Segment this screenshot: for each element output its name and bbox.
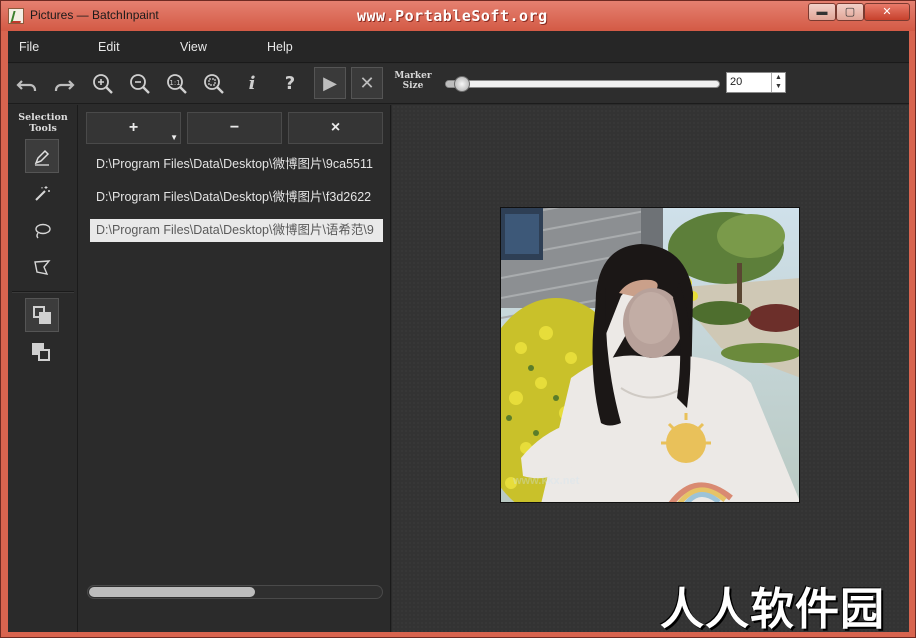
- zoom-in-icon[interactable]: [89, 70, 117, 98]
- client-area: File Edit View Help 1:1 i ? ▶ ✕ Marker S…: [8, 31, 909, 632]
- redo-icon[interactable]: [50, 70, 78, 98]
- zoom-fit-icon[interactable]: [200, 70, 228, 98]
- window-title: Pictures — BatchInpaint: [30, 8, 159, 22]
- title-bar[interactable]: Pictures — BatchInpaint www.PortableSoft…: [1, 1, 915, 31]
- toolbar: 1:1 i ? ▶ ✕ Marker Size 20 ▲ ▼: [8, 64, 909, 104]
- marker-size-slider[interactable]: [445, 76, 720, 92]
- close-button[interactable]: ✕: [864, 3, 910, 21]
- zoom-out-icon[interactable]: [126, 70, 154, 98]
- marker-size-value: 20: [730, 76, 743, 88]
- run-button[interactable]: ▶: [314, 67, 346, 99]
- horizontal-scrollbar[interactable]: [87, 585, 383, 599]
- cancel-icon: ✕: [359, 73, 375, 93]
- marker-size-label: Marker Size: [394, 71, 432, 91]
- add-label: +: [128, 119, 139, 136]
- zoom-actual-size-icon[interactable]: 1:1: [163, 70, 191, 98]
- site-watermark: 人人软件园: [660, 584, 885, 635]
- banner-text: www.PortableSoft.org: [357, 7, 548, 25]
- file-list-item[interactable]: D:\Program Files\Data\Desktop\微博图片\f3d26…: [90, 186, 383, 209]
- menu-file[interactable]: File: [19, 40, 39, 54]
- menu-edit[interactable]: Edit: [98, 40, 120, 54]
- add-files-button[interactable]: + ▼: [86, 112, 181, 144]
- cancel-button[interactable]: ✕: [351, 67, 383, 99]
- photo-watermark: www.kkx.net: [513, 475, 580, 487]
- menu-bar: File Edit View Help: [8, 31, 909, 63]
- menu-view[interactable]: View: [180, 40, 207, 54]
- slider-handle[interactable]: [454, 76, 471, 92]
- selection-tools-panel: Selection Tools: [8, 105, 78, 632]
- file-list-item[interactable]: D:\Program Files\Data\Desktop\微博图片\9ca55…: [90, 153, 383, 176]
- layer-back-icon[interactable]: [25, 336, 59, 370]
- selection-tools-label: Selection Tools: [18, 112, 68, 134]
- image-canvas[interactable]: www.kkx.net: [392, 105, 909, 632]
- menu-help[interactable]: Help: [267, 40, 293, 54]
- magic-wand-icon[interactable]: [25, 177, 59, 211]
- marker-pen-icon[interactable]: [25, 139, 59, 173]
- remove-file-button[interactable]: −: [187, 112, 282, 144]
- file-list-item-selected[interactable]: D:\Program Files\Data\Desktop\微博图片\语希范\9: [90, 219, 383, 242]
- file-list-panel: + ▼ − × D:\Program Files\Data\Desktop\微博…: [79, 105, 391, 632]
- help-icon[interactable]: ?: [276, 70, 304, 98]
- scrollbar-thumb[interactable]: [89, 587, 255, 597]
- spin-arrows[interactable]: ▲ ▼: [771, 73, 785, 92]
- svg-text:1:1: 1:1: [169, 79, 180, 87]
- tools-divider: [12, 291, 74, 293]
- layer-front-icon[interactable]: [25, 298, 59, 332]
- info-icon[interactable]: i: [238, 70, 266, 98]
- photo-preview[interactable]: www.kkx.net: [500, 207, 800, 503]
- lasso-icon[interactable]: [25, 214, 59, 248]
- play-icon: ▶: [323, 73, 337, 93]
- undo-icon[interactable]: [13, 70, 41, 98]
- marker-size-input[interactable]: 20 ▲ ▼: [726, 72, 786, 93]
- chevron-down-icon: ▼: [170, 133, 178, 142]
- polygon-lasso-icon[interactable]: [25, 251, 59, 285]
- photo-image: [501, 208, 799, 502]
- minimize-button[interactable]: ▬: [808, 3, 836, 21]
- maximize-button[interactable]: ▢: [836, 3, 864, 21]
- app-window: Pictures — BatchInpaint www.PortableSoft…: [0, 0, 916, 638]
- app-icon: [8, 8, 24, 24]
- clear-list-button[interactable]: ×: [288, 112, 383, 144]
